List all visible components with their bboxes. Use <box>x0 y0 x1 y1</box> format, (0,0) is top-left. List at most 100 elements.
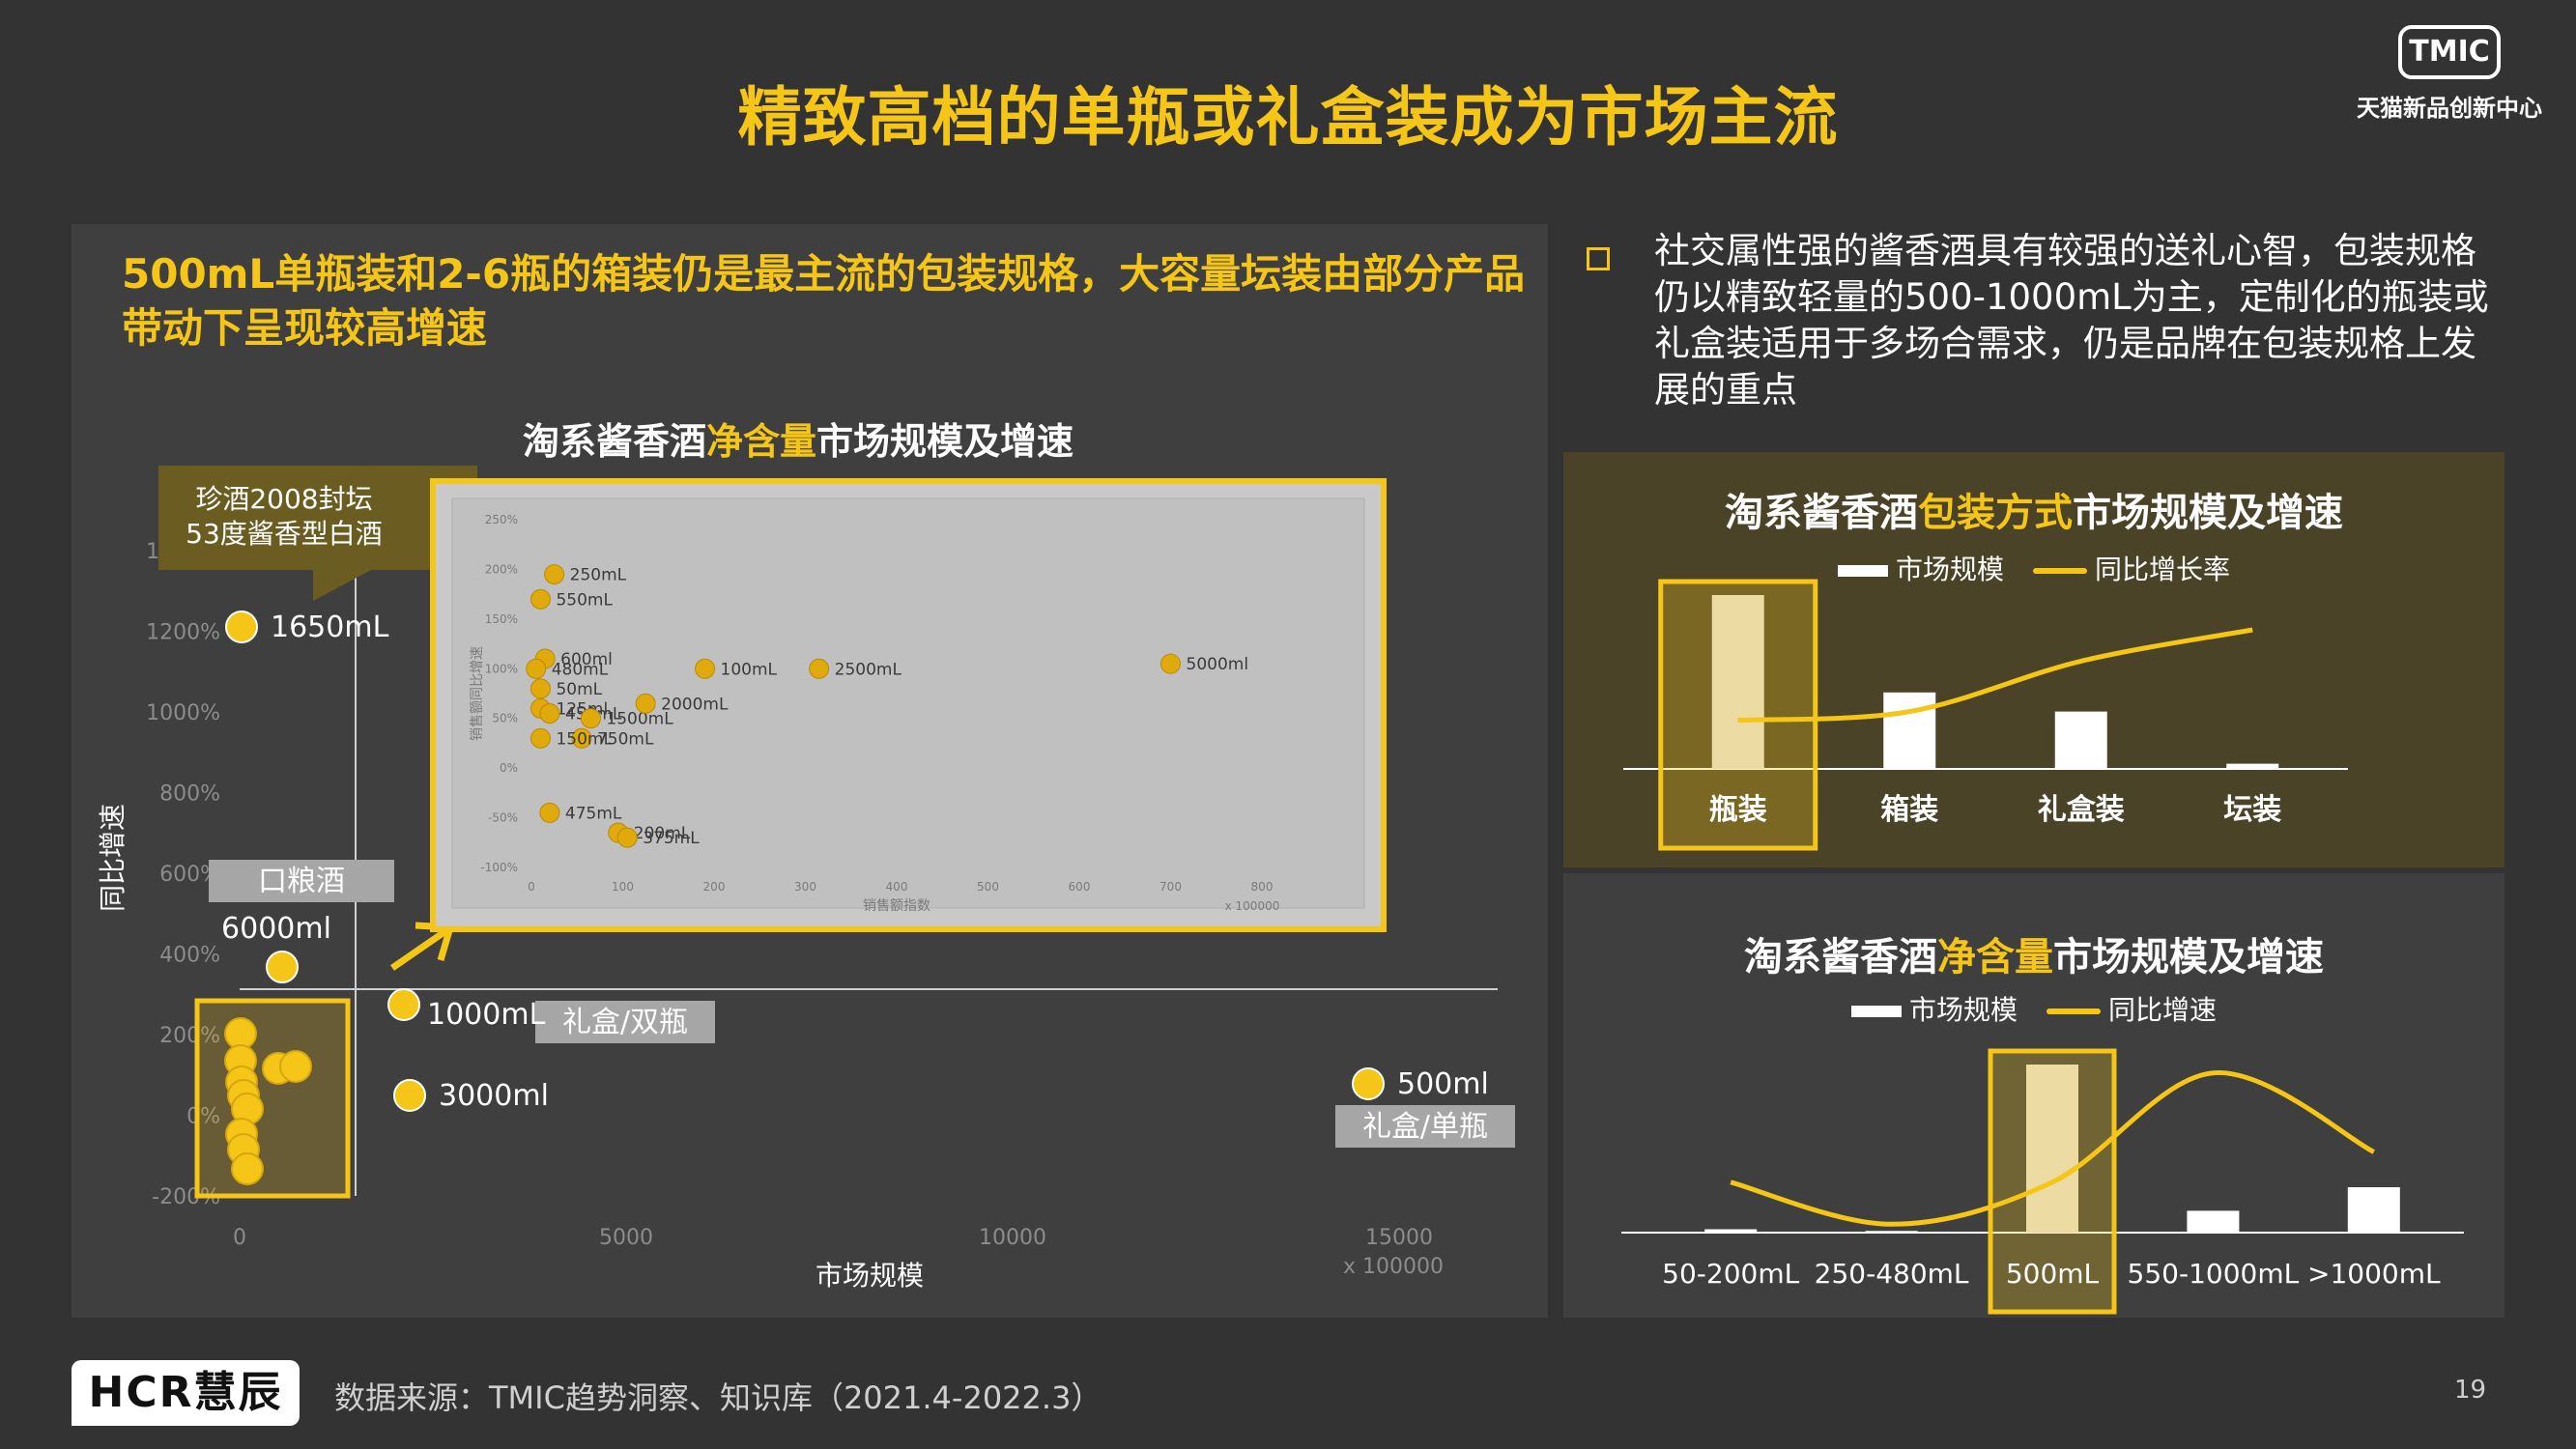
inset-point-label: 375mL <box>643 829 700 848</box>
inset-y-tick: 150% <box>485 612 518 626</box>
inset-y-label: 销售额同比增速 <box>470 646 485 741</box>
scatter-point <box>225 611 258 643</box>
x-axis-label: 市场规模 <box>816 1260 924 1292</box>
scatter-point <box>279 1050 312 1083</box>
y-axis-label: 同比增速 <box>97 804 129 912</box>
point-label: 500ml <box>1397 1067 1489 1101</box>
inset-y-tick: 100% <box>485 662 518 675</box>
page-title: 精致高档的单瓶或礼盒装成为市场主流 <box>737 80 1839 155</box>
scatter-point <box>1352 1067 1385 1100</box>
category-label: 瓶装 <box>1709 793 1767 827</box>
packaging-bar-chart: 瓶装 箱装 礼盒装 坛装 <box>1623 579 2348 851</box>
x-tick-label: 10000 <box>979 1226 1046 1250</box>
category-label: 礼盒装 <box>2038 793 2125 827</box>
inset-point-label: 480mL <box>552 660 609 679</box>
y-tick-label: 1200% <box>146 621 220 645</box>
bar <box>2054 711 2107 769</box>
inset-point <box>530 727 551 749</box>
tmic-logo-mark: TMIC <box>2398 25 2501 79</box>
inset-y-tick: 250% <box>485 513 518 526</box>
scatter-point <box>231 1152 264 1185</box>
inset-x-label: 销售额指数 <box>863 898 930 914</box>
inset-point-label: 2500mL <box>835 660 902 679</box>
inset-y-tick: 50% <box>492 712 518 725</box>
bar <box>2226 763 2279 769</box>
left-panel: 500mL单瓶装和2-6瓶的箱装仍是最主流的包装规格，大容量坛装由部分产品带动下… <box>72 224 1548 1318</box>
inset-point <box>530 588 551 610</box>
inset-point <box>544 564 565 585</box>
inset-x-tick: 100 <box>612 880 634 894</box>
x-unit-label: x 100000 <box>1343 1255 1444 1279</box>
inset-point <box>695 658 716 679</box>
inset-point-label: 250mL <box>570 566 627 585</box>
inset-point <box>580 708 601 729</box>
inset-x-tick: 300 <box>794 880 816 894</box>
category-label: 500mL <box>2006 1258 2100 1290</box>
point-label: 1650mL <box>271 611 389 644</box>
inset-point <box>809 658 830 679</box>
category-label: 箱装 <box>1880 793 1938 827</box>
cluster-highlight-box <box>194 998 351 1199</box>
bar <box>1711 595 1764 769</box>
scatter-point <box>387 988 420 1021</box>
scatter-chart-title: 淘系酱香酒净含量市场规模及增速 <box>523 420 1073 463</box>
inset-point-label: 2000mL <box>661 695 729 714</box>
net-content-scatter-chart: -200%0%200%400%600%800%1000%1200%1400%05… <box>97 420 1515 1292</box>
volume-chart-panel: 淘系酱香酒净含量市场规模及增速 市场规模 同比增速 50-200mL 250-480… <box>1563 873 2504 1318</box>
inset-point <box>526 658 547 679</box>
callout-text: 53度酱香型白酒 <box>186 518 383 550</box>
inset-x-tick: 600 <box>1069 880 1091 894</box>
x-tick-label: 0 <box>233 1226 246 1250</box>
bar <box>1704 1229 1758 1233</box>
category-label: 550-1000mL <box>2128 1258 2300 1290</box>
bar <box>1865 1231 1918 1233</box>
inset-point <box>539 703 560 724</box>
bar <box>1883 692 1936 769</box>
tmic-logo: TMIC 天猫新品创新中心 <box>2348 25 2551 131</box>
point-label: 1000mL <box>427 998 546 1032</box>
inset-y-tick: -100% <box>480 861 518 874</box>
hcr-logo: HCR慧辰 <box>72 1360 300 1426</box>
packaging-chart-panel: 淘系酱香酒包装方式市场规模及增速 市场规模 同比增长率 瓶装 箱装 礼盒装 坛装 <box>1563 452 2504 867</box>
point-label: 3000ml <box>439 1079 549 1113</box>
callout-pointer <box>313 570 371 601</box>
y-tick-label: 1000% <box>146 701 220 725</box>
scatter-point <box>393 1079 426 1112</box>
x-tick-label: 15000 <box>1365 1226 1433 1250</box>
y-tick-label: 800% <box>159 782 220 807</box>
tmic-subtitle: 天猫新品创新中心 <box>2357 95 2542 122</box>
inset-point <box>530 678 551 699</box>
x-tick-label: 5000 <box>599 1226 653 1250</box>
category-label: 50-200mL <box>1662 1258 1799 1290</box>
inset-y-tick: 200% <box>485 562 518 576</box>
page-number: 19 <box>2454 1376 2487 1405</box>
zoom-arrow <box>390 926 450 971</box>
inset-x-tick: 200 <box>703 880 726 894</box>
inset-x-tick: 800 <box>1251 880 1274 894</box>
scatter-point <box>266 951 299 983</box>
point-label: 6000ml <box>221 912 331 946</box>
tag-koulian: 口粮酒 <box>258 865 345 898</box>
category-label: 250-480mL <box>1815 1258 1969 1290</box>
category-label: 坛装 <box>2223 793 2281 827</box>
inset-x-unit: x 100000 <box>1225 899 1280 913</box>
inset-y-tick: 0% <box>500 761 518 775</box>
bullet-square-icon <box>1587 247 1610 270</box>
inset-point <box>635 693 656 714</box>
inset-point-label: 150mL <box>556 729 613 749</box>
inset-x-tick: 400 <box>886 880 908 894</box>
inset-x-tick: 700 <box>1159 880 1182 894</box>
inset-x-tick: 500 <box>977 880 999 894</box>
inset-y-tick: -50% <box>488 811 518 825</box>
inset-point-label: 100mL <box>721 660 778 679</box>
inset-point-label: 5000ml <box>1187 655 1249 674</box>
inset-x-tick: 0 <box>528 880 535 894</box>
inset-point-label: 475mL <box>565 804 622 823</box>
bar <box>2347 1187 2400 1233</box>
inset-point <box>539 802 560 823</box>
bullet-text: 社交属性强的酱香酒具有较强的送礼心智，包装规格仍以精致轻量的500-1000mL… <box>1654 230 2489 411</box>
bar <box>2026 1065 2078 1233</box>
tag-gift-single: 礼盒/单瓶 <box>1362 1110 1488 1144</box>
callout-text: 珍酒2008封坛 <box>195 483 372 515</box>
inset-point <box>616 827 638 848</box>
